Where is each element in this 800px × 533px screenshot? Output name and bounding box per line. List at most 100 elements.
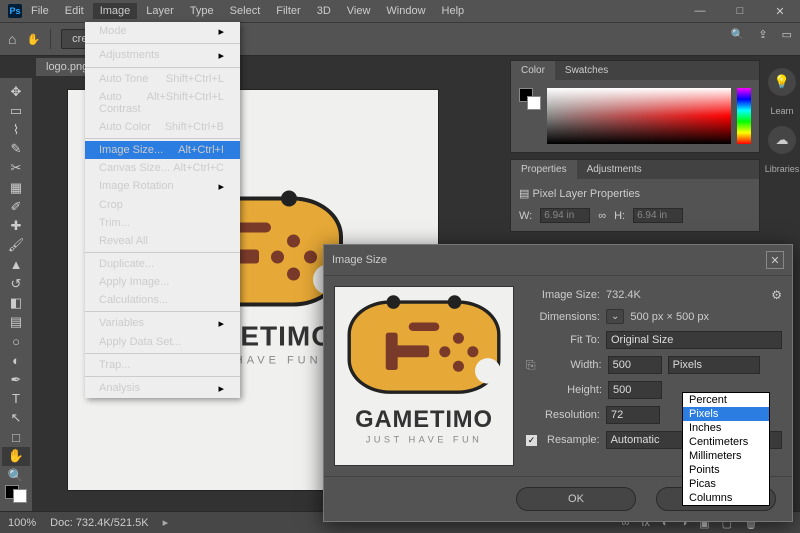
- resolution-input[interactable]: [606, 406, 660, 424]
- menu-crop[interactable]: Crop: [85, 196, 240, 214]
- path-select-tool[interactable]: ↖: [2, 408, 30, 427]
- unit-points[interactable]: Points: [683, 463, 769, 477]
- unit-pixels[interactable]: Pixels: [683, 407, 769, 421]
- options-right-icons: 🔍 ⇪ ▭: [731, 28, 792, 41]
- blur-tool[interactable]: ○: [2, 332, 30, 351]
- color-swatch[interactable]: [5, 485, 27, 503]
- move-tool[interactable]: ✥: [2, 82, 30, 101]
- tab-swatches[interactable]: Swatches: [555, 61, 618, 80]
- history-brush-tool[interactable]: ↺: [2, 274, 30, 293]
- close-button[interactable]: ✕: [760, 0, 800, 22]
- quick-select-tool[interactable]: ✎: [2, 140, 30, 159]
- ok-button[interactable]: OK: [516, 487, 636, 511]
- eyedropper-tool[interactable]: ✐: [2, 197, 30, 216]
- image-menu-dropdown: Mode Adjustments Auto ToneShift+Ctrl+L A…: [85, 22, 240, 398]
- menu-auto-color[interactable]: Auto ColorShift+Ctrl+B: [85, 118, 240, 136]
- statusbar-menu[interactable]: ▸: [163, 516, 169, 529]
- dimensions-dropdown[interactable]: ⌄: [606, 309, 624, 324]
- gear-icon[interactable]: ⚙: [771, 288, 782, 302]
- dialog-close-button[interactable]: ✕: [766, 251, 784, 269]
- unit-inches[interactable]: Inches: [683, 421, 769, 435]
- menubar: Ps File Edit Image Layer Type Select Fil…: [0, 0, 800, 22]
- menu-auto-tone[interactable]: Auto ToneShift+Ctrl+L: [85, 70, 240, 88]
- menu-trim[interactable]: Trim...: [85, 214, 240, 232]
- properties-panel: Properties Adjustments ▤ Pixel Layer Pro…: [510, 159, 760, 232]
- lasso-tool[interactable]: ⌇: [2, 120, 30, 139]
- menu-apply-image[interactable]: Apply Image...: [85, 273, 240, 291]
- menu-image-size[interactable]: Image Size...Alt+Ctrl+I: [85, 141, 240, 159]
- unit-percent[interactable]: Percent: [683, 393, 769, 407]
- menu-canvas-size[interactable]: Canvas Size...Alt+Ctrl+C: [85, 159, 240, 177]
- learn-icon[interactable]: 💡: [768, 68, 796, 96]
- menu-type[interactable]: Type: [183, 3, 221, 19]
- menu-duplicate[interactable]: Duplicate...: [85, 255, 240, 273]
- unit-picas[interactable]: Picas: [683, 477, 769, 491]
- height-input[interactable]: [608, 381, 662, 399]
- maximize-button[interactable]: □: [720, 0, 760, 22]
- menu-3d[interactable]: 3D: [310, 3, 338, 19]
- tab-properties[interactable]: Properties: [511, 160, 577, 179]
- color-spectrum[interactable]: [547, 88, 731, 144]
- menu-variables[interactable]: Variables: [85, 314, 240, 333]
- menu-layer[interactable]: Layer: [139, 3, 181, 19]
- menu-edit[interactable]: Edit: [58, 3, 91, 19]
- fit-to-label: Fit To:: [526, 334, 600, 346]
- tab-color[interactable]: Color: [511, 61, 555, 80]
- menu-image[interactable]: Image: [93, 3, 138, 19]
- search-icon[interactable]: 🔍: [731, 28, 745, 41]
- zoom-tool[interactable]: 🔍: [2, 466, 30, 485]
- gradient-tool[interactable]: ▤: [2, 312, 30, 331]
- brush-tool[interactable]: 🖌: [2, 236, 30, 255]
- resample-checkbox[interactable]: ✓: [526, 435, 537, 446]
- prop-height[interactable]: [633, 208, 683, 223]
- unit-millimeters[interactable]: Millimeters: [683, 449, 769, 463]
- menu-auto-contrast[interactable]: Auto ContrastAlt+Shift+Ctrl+L: [85, 88, 240, 118]
- crop-tool[interactable]: ✂: [2, 159, 30, 178]
- menu-window[interactable]: Window: [379, 3, 432, 19]
- marquee-tool[interactable]: ▭: [2, 101, 30, 120]
- app-logo: Ps: [8, 4, 22, 18]
- link-icon[interactable]: ∞: [598, 210, 606, 222]
- width-input[interactable]: [608, 356, 662, 374]
- properties-title: ▤ Pixel Layer Properties: [519, 187, 751, 200]
- constrain-link-icon[interactable]: ⎘: [526, 358, 536, 373]
- zoom-level[interactable]: 100%: [8, 517, 36, 529]
- menu-file[interactable]: File: [24, 3, 56, 19]
- workspace-icon[interactable]: ▭: [782, 28, 792, 41]
- type-tool[interactable]: T: [2, 389, 30, 408]
- prop-width[interactable]: [540, 208, 590, 223]
- menu-reveal-all[interactable]: Reveal All: [85, 232, 240, 250]
- width-label: Width:: [544, 359, 602, 371]
- eraser-tool[interactable]: ◧: [2, 293, 30, 312]
- hand-tool[interactable]: ✋: [2, 447, 30, 466]
- home-icon[interactable]: ⌂: [8, 31, 16, 47]
- menu-apply-dataset: Apply Data Set...: [85, 333, 240, 351]
- frame-tool[interactable]: ▦: [2, 178, 30, 197]
- stamp-tool[interactable]: ▲: [2, 255, 30, 274]
- pen-tool[interactable]: ✒: [2, 370, 30, 389]
- menu-image-rotation[interactable]: Image Rotation: [85, 177, 240, 196]
- menu-adjustments[interactable]: Adjustments: [85, 46, 240, 65]
- menu-select[interactable]: Select: [223, 3, 268, 19]
- libraries-icon[interactable]: ☁: [768, 126, 796, 154]
- unit-centimeters[interactable]: Centimeters: [683, 435, 769, 449]
- doc-size: Doc: 732.4K/521.5K: [50, 517, 148, 529]
- menu-view[interactable]: View: [340, 3, 378, 19]
- menu-help[interactable]: Help: [435, 3, 472, 19]
- hand-tool-icon[interactable]: ✋: [26, 33, 40, 46]
- foreground-background-swatch[interactable]: [519, 88, 541, 110]
- fit-to-select[interactable]: Original Size: [606, 331, 782, 349]
- shape-tool[interactable]: □: [2, 428, 30, 447]
- minimize-button[interactable]: —: [680, 0, 720, 22]
- menu-filter[interactable]: Filter: [269, 3, 307, 19]
- share-icon[interactable]: ⇪: [758, 28, 767, 41]
- menu-calculations[interactable]: Calculations...: [85, 291, 240, 309]
- tab-adjustments[interactable]: Adjustments: [577, 160, 652, 179]
- menu-mode[interactable]: Mode: [85, 22, 240, 41]
- menu-analysis[interactable]: Analysis: [85, 379, 240, 398]
- hue-bar[interactable]: [737, 88, 751, 144]
- unit-columns[interactable]: Columns: [683, 491, 769, 505]
- healing-tool[interactable]: ✚: [2, 216, 30, 235]
- dodge-tool[interactable]: ◐: [2, 351, 30, 370]
- width-unit-select[interactable]: Pixels: [668, 356, 760, 374]
